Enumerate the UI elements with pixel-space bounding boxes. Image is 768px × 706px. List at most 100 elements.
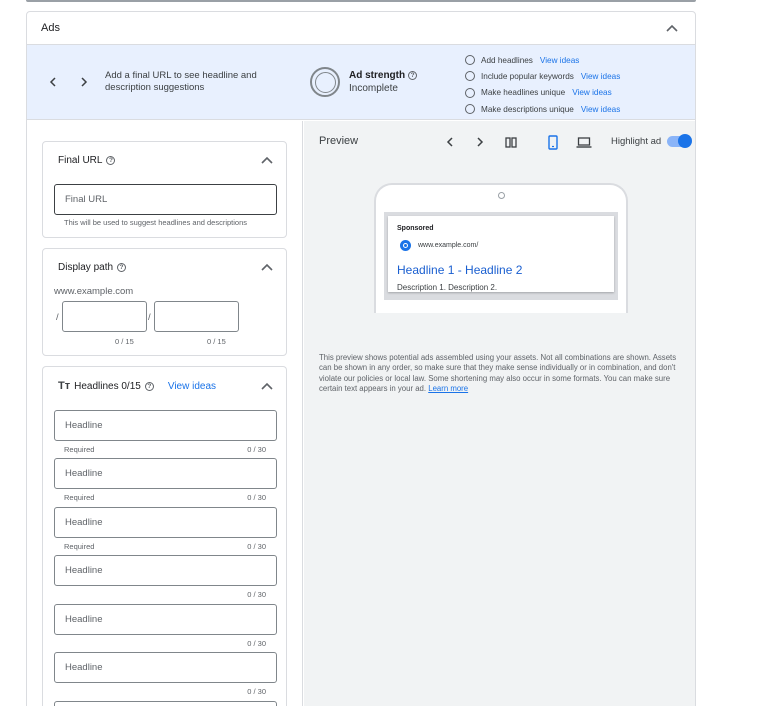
required-label: Required bbox=[64, 542, 95, 551]
headline-input[interactable]: Headline bbox=[54, 604, 277, 635]
preview-toolbar: Preview Highlight ad bbox=[304, 121, 695, 163]
help-icon[interactable]: ? bbox=[144, 381, 154, 391]
strength-tips-list: Add headlines View ideas Include popular… bbox=[465, 52, 620, 117]
headline-placeholder: Headline bbox=[65, 517, 103, 528]
phone-camera-icon bbox=[498, 192, 505, 199]
ad-headline: Headline 1 - Headline 2 bbox=[397, 263, 523, 277]
final-url-label: Final URL bbox=[58, 154, 103, 166]
ads-panel: Ads Add a final URL to see headline and … bbox=[26, 11, 696, 706]
headline-placeholder: Headline bbox=[65, 565, 103, 576]
headlines-view-ideas-link[interactable]: View ideas bbox=[168, 381, 216, 392]
mobile-device-icon[interactable] bbox=[545, 134, 561, 150]
headline-counter: 0 / 30 bbox=[247, 445, 266, 454]
previous-panel-edge bbox=[26, 0, 696, 2]
preview-note-text: This preview shows potential ads assembl… bbox=[319, 353, 677, 393]
tip-item: Make descriptions unique View ideas bbox=[465, 101, 620, 117]
final-url-section: Final URL ? Final URL This will be used … bbox=[42, 141, 287, 238]
headline-counter: 0 / 30 bbox=[247, 542, 266, 551]
headlines-label: Headlines 0/15 bbox=[74, 380, 141, 392]
tip-item: Make headlines unique View ideas bbox=[465, 85, 620, 101]
required-label: Required bbox=[64, 493, 95, 502]
view-ideas-link[interactable]: View ideas bbox=[572, 88, 611, 97]
path1-input[interactable] bbox=[62, 301, 147, 332]
ad-strength-label: Ad strength bbox=[349, 70, 406, 81]
globe-favicon-icon bbox=[400, 240, 411, 251]
final-url-input[interactable]: Final URL bbox=[54, 184, 277, 215]
next-preview-chevron-right-icon[interactable] bbox=[472, 134, 488, 150]
preview-pane: Preview Highlight ad Sponsored www.examp… bbox=[304, 121, 695, 706]
collapse-chevron-up-icon[interactable] bbox=[665, 21, 679, 35]
headline-placeholder: Headline bbox=[65, 662, 103, 673]
final-url-helper: This will be used to suggest headlines a… bbox=[64, 218, 248, 227]
highlight-ad-toggle[interactable] bbox=[667, 134, 692, 148]
view-ideas-link[interactable]: View ideas bbox=[581, 105, 620, 114]
columns-view-icon[interactable] bbox=[503, 134, 519, 150]
tip-label: Add headlines bbox=[481, 55, 533, 65]
previous-preview-chevron-left-icon[interactable] bbox=[441, 134, 457, 150]
headlines-header[interactable]: Tт Headlines 0/15 ? View ideas bbox=[43, 367, 286, 405]
suggestion-message: Add a final URL to see headline and desc… bbox=[105, 70, 257, 93]
headline-counter: 0 / 30 bbox=[247, 493, 266, 502]
ads-panel-header[interactable]: Ads bbox=[27, 12, 695, 45]
text-format-icon: Tт bbox=[58, 380, 71, 392]
path1-counter: 0 / 15 bbox=[115, 337, 134, 346]
chevron-left-icon[interactable] bbox=[45, 75, 59, 89]
display-path-base-url: www.example.com bbox=[54, 286, 134, 297]
ads-panel-title: Ads bbox=[41, 22, 60, 34]
ad-description: Description 1. Description 2. bbox=[397, 283, 498, 292]
final-url-header[interactable]: Final URL ? bbox=[43, 142, 286, 178]
headline-counter: 0 / 30 bbox=[247, 590, 266, 599]
empty-circle-icon bbox=[465, 71, 475, 82]
headline-input[interactable]: Headline bbox=[54, 410, 277, 441]
tip-item: Add headlines View ideas bbox=[465, 52, 620, 68]
empty-circle-icon bbox=[465, 87, 475, 98]
collapse-chevron-up-icon[interactable] bbox=[260, 379, 274, 393]
ad-display-url: www.example.com/ bbox=[418, 242, 479, 249]
phone-screen: Sponsored www.example.com/ Headline 1 - … bbox=[384, 212, 618, 300]
path2-input[interactable] bbox=[154, 301, 239, 332]
display-path-label: Display path bbox=[58, 261, 114, 273]
collapse-chevron-up-icon[interactable] bbox=[260, 260, 274, 274]
empty-circle-icon bbox=[465, 55, 475, 66]
headline-counter: 0 / 30 bbox=[247, 687, 266, 696]
help-icon[interactable]: ? bbox=[106, 155, 116, 165]
tip-item: Include popular keywords View ideas bbox=[465, 68, 620, 84]
tip-label: Include popular keywords bbox=[481, 71, 574, 81]
ad-strength-status: Incomplete bbox=[349, 83, 398, 94]
sponsored-label: Sponsored bbox=[397, 225, 434, 232]
suggestion-banner: Add a final URL to see headline and desc… bbox=[27, 45, 695, 120]
collapse-chevron-up-icon[interactable] bbox=[260, 153, 274, 167]
learn-more-link[interactable]: Learn more bbox=[428, 384, 468, 393]
headlines-section: Tт Headlines 0/15 ? View ideas Headline … bbox=[42, 366, 287, 706]
path-separator: / bbox=[56, 312, 59, 323]
headline-placeholder: Headline bbox=[65, 614, 103, 625]
display-path-section: Display path ? www.example.com / / 0 / 1… bbox=[42, 248, 287, 356]
headline-input[interactable]: Headline bbox=[54, 507, 277, 538]
ad-strength-ring-icon bbox=[310, 67, 340, 97]
headlines-title: Tт Headlines 0/15 ? View ideas bbox=[58, 380, 216, 392]
headline-input[interactable] bbox=[54, 701, 277, 706]
view-ideas-link[interactable]: View ideas bbox=[581, 72, 620, 81]
preview-disclaimer: This preview shows potential ads assembl… bbox=[319, 353, 681, 394]
display-path-header[interactable]: Display path ? bbox=[43, 249, 286, 285]
headline-counter: 0 / 30 bbox=[247, 639, 266, 648]
help-icon[interactable]: ? bbox=[117, 262, 127, 272]
display-path-title: Display path ? bbox=[58, 261, 127, 273]
empty-circle-icon bbox=[465, 104, 475, 115]
headline-input[interactable]: Headline bbox=[54, 652, 277, 683]
path2-counter: 0 / 15 bbox=[207, 337, 226, 346]
desktop-laptop-icon[interactable] bbox=[576, 134, 592, 150]
headline-input[interactable]: Headline bbox=[54, 555, 277, 586]
headline-input[interactable]: Headline bbox=[54, 458, 277, 489]
tip-label: Make headlines unique bbox=[481, 88, 566, 98]
asset-editor-pane: Final URL ? Final URL This will be used … bbox=[27, 121, 303, 706]
phone-mockup: Sponsored www.example.com/ Headline 1 - … bbox=[374, 183, 628, 313]
chevron-right-icon[interactable] bbox=[77, 75, 91, 89]
required-label: Required bbox=[64, 445, 95, 454]
view-ideas-link[interactable]: View ideas bbox=[540, 56, 579, 65]
preview-title: Preview bbox=[319, 135, 359, 147]
headline-placeholder: Headline bbox=[65, 468, 103, 479]
path-separator: / bbox=[148, 312, 151, 323]
help-icon[interactable]: ? bbox=[408, 71, 418, 80]
ad-preview-card: Sponsored www.example.com/ Headline 1 - … bbox=[388, 216, 614, 292]
